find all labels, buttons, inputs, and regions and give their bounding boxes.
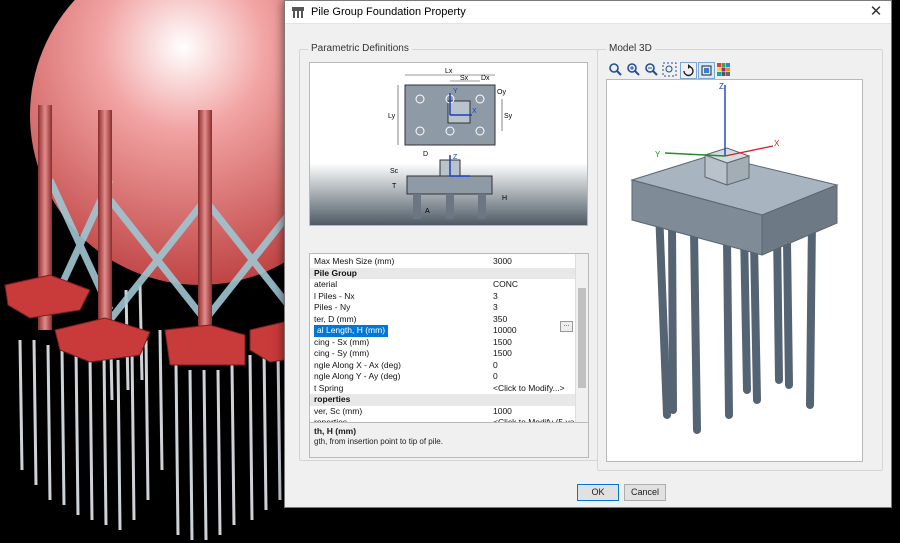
color-grid-icon[interactable]: [716, 62, 731, 77]
property-key: ver, Sc (mm): [314, 405, 363, 416]
zoom-out-icon[interactable]: [644, 62, 659, 77]
grid-property-row[interactable]: t Spring <Click to Modify...>: [310, 383, 576, 395]
label-sy: Sy: [504, 113, 513, 120]
property-key: t Spring: [314, 382, 344, 393]
property-key: Piles - Ny: [314, 302, 351, 312]
label-t: T: [392, 183, 397, 190]
property-value[interactable]: 3000: [493, 256, 512, 268]
property-value[interactable]: 1000: [493, 406, 512, 418]
parametric-diagram: Lx Sx Dx Ly Sy Oy Y X Z D Sc T H A: [309, 62, 588, 226]
property-value[interactable]: CONC: [493, 279, 518, 291]
label-z: Z: [453, 154, 458, 161]
label-h: H: [502, 195, 507, 202]
parametric-group-label: Parametric Definitions: [308, 43, 412, 54]
scroll-thumb[interactable]: [578, 288, 586, 388]
grid-property-row[interactable]: ngle Along X - Ax (deg) 0: [310, 360, 576, 372]
label-oy: Oy: [497, 89, 506, 96]
property-key: cing - Sy (mm): [314, 348, 370, 358]
cancel-button[interactable]: Cancel: [624, 484, 666, 501]
property-key: Pile Group: [314, 267, 357, 278]
model3d-group-label: Model 3D: [606, 43, 655, 54]
label-a: A: [425, 208, 430, 215]
grid-property-row[interactable]: l Piles - Nx 3: [310, 291, 576, 303]
label-sc: Sc: [390, 168, 399, 175]
property-key: al Length, H (mm): [314, 325, 389, 337]
property-value[interactable]: 1500: [493, 337, 512, 349]
label-dx: Dx: [481, 75, 490, 82]
rotate-icon[interactable]: [680, 62, 697, 79]
label-d: D: [423, 151, 428, 158]
description-title: th, H (mm): [314, 426, 357, 436]
property-value[interactable]: 1500: [493, 348, 512, 360]
property-description: th, H (mm) gth, from insertion point to …: [309, 422, 589, 458]
property-key: cing - Sx (mm): [314, 336, 370, 347]
model3d-viewport[interactable]: Z X Y: [606, 79, 863, 462]
zoom-icon[interactable]: [608, 62, 623, 77]
axis-y-label: Y: [655, 150, 661, 159]
pile-field: [18, 284, 282, 541]
label-x: X: [472, 108, 477, 115]
grid-property-row[interactable]: aterial CONC: [310, 279, 576, 291]
grid-property-row[interactable]: cing - Sy (mm) 1500: [310, 348, 576, 360]
label-sx: Sx: [460, 75, 469, 82]
grid-scrollbar[interactable]: [575, 254, 588, 422]
grid-category-row[interactable]: Pile Group: [310, 267, 576, 279]
property-value[interactable]: 0: [493, 371, 498, 383]
edit-value-button[interactable]: ...: [560, 321, 573, 332]
pedestals: [4, 274, 331, 366]
property-key: l Piles - Nx: [314, 290, 355, 301]
axis-z-label: Z: [719, 82, 724, 91]
zoom-in-icon[interactable]: [626, 62, 641, 77]
property-key: ngle Along X - Ax (deg): [314, 359, 401, 370]
view-icon[interactable]: [698, 62, 715, 79]
axis-x-label: X: [774, 139, 780, 148]
label-lx: Lx: [445, 68, 453, 75]
grid-property-row[interactable]: ter, D (mm) 350: [310, 314, 576, 326]
model3d-toolbar: [606, 61, 860, 79]
grid-property-row[interactable]: al Length, H (mm) 10000: [310, 325, 576, 337]
property-key: ter, D (mm): [314, 313, 357, 324]
property-value[interactable]: 10000: [493, 325, 517, 337]
pile-group-icon: [292, 7, 304, 18]
property-value[interactable]: 350: [493, 314, 507, 326]
property-value[interactable]: <Click to Modify...>: [493, 383, 565, 395]
property-value[interactable]: 3: [493, 302, 498, 314]
grid-property-row[interactable]: Max Mesh Size (mm) 3000: [310, 256, 576, 268]
pile-group-dialog: Pile Group Foundation Property ✕ Paramet…: [284, 0, 892, 508]
property-key: roperties: [314, 394, 351, 404]
label-ly: Ly: [388, 113, 396, 120]
property-value[interactable]: 3: [493, 291, 498, 303]
property-value[interactable]: 0: [493, 360, 498, 372]
grid-category-row[interactable]: roperties: [310, 394, 576, 406]
grid-property-row[interactable]: Piles - Ny 3: [310, 302, 576, 314]
property-grid[interactable]: Max Mesh Size (mm) 3000 Pile Group aterial C…: [309, 253, 589, 423]
dialog-title: Pile Group Foundation Property: [311, 6, 466, 18]
title-bar: Pile Group Foundation Property ✕: [285, 1, 891, 24]
close-icon[interactable]: ✕: [865, 1, 887, 23]
property-key: aterial: [314, 279, 338, 289]
description-text: gth, from insertion point to tip of pile…: [314, 437, 443, 446]
ok-button[interactable]: OK: [577, 484, 619, 501]
property-key: Max Mesh Size (mm): [314, 256, 395, 266]
label-y: Y: [453, 88, 458, 95]
grid-property-row[interactable]: cing - Sx (mm) 1500: [310, 337, 576, 349]
property-key: ngle Along Y - Ay (deg): [314, 371, 401, 381]
grid-property-row[interactable]: ver, Sc (mm) 1000: [310, 406, 576, 418]
grid-property-row[interactable]: ngle Along Y - Ay (deg) 0: [310, 371, 576, 383]
zoom-fit-icon[interactable]: [662, 62, 677, 77]
